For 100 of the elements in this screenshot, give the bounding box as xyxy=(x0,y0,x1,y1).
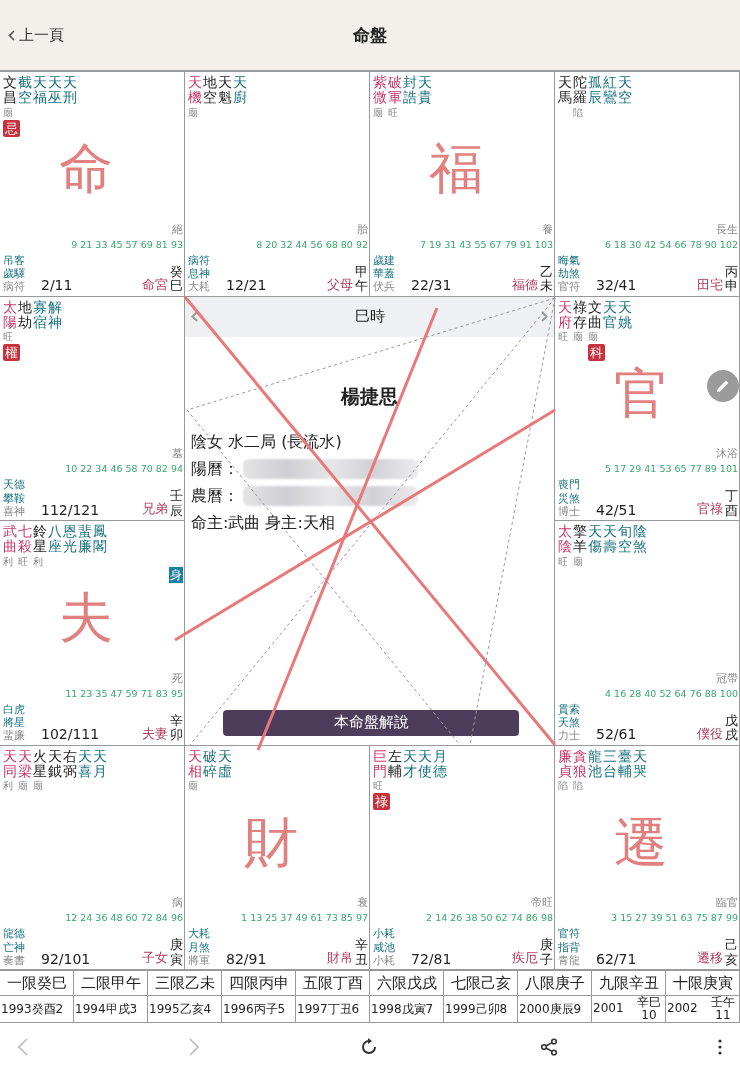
life-stage: 衰 xyxy=(357,895,368,911)
age-text: 11 xyxy=(715,1009,731,1023)
star-name: 陰煞 xyxy=(633,524,647,555)
star-name: 天月 xyxy=(93,748,107,780)
palace-name: 父母 xyxy=(327,275,353,294)
star-name: 天鉞 xyxy=(48,748,62,780)
star-name: 太陰 xyxy=(558,524,572,555)
more-icon[interactable] xyxy=(718,1039,722,1055)
star-brightness: 利 xyxy=(3,780,13,792)
star-name: 天府 xyxy=(558,299,572,331)
star-name: 天馬 xyxy=(558,75,572,106)
star-name: 孤辰 xyxy=(588,75,602,106)
star-brightness: 廟 xyxy=(573,555,583,567)
palace-name: 田宅 xyxy=(697,275,723,294)
spirit-name: 喪門 xyxy=(558,478,580,492)
palace-name: 遷移 xyxy=(697,949,723,967)
spirit-name: 月煞 xyxy=(188,940,210,954)
table-header-cell: 一限癸巳 xyxy=(0,971,74,996)
age-range: 82/91 xyxy=(226,950,268,967)
explain-button[interactable]: 本命盤解說 xyxy=(223,709,519,736)
star-brightness: 廟 xyxy=(373,106,383,118)
age-list: 7 19 31 43 55 67 79 91 103 xyxy=(420,238,553,250)
stem-branch: 壬辰 xyxy=(170,489,183,518)
stem-branch: 丁酉 xyxy=(725,489,738,518)
transform-badge: 權 xyxy=(3,344,20,362)
chevron-left-icon[interactable] xyxy=(191,311,198,322)
star-name: 天空 xyxy=(618,75,632,106)
star-name: 天魁 xyxy=(218,75,232,106)
spirit-name: 喜神 xyxy=(3,504,25,518)
stem-branch: 乙未 xyxy=(540,264,553,294)
spirit-name: 劫煞 xyxy=(558,267,580,281)
forward-icon[interactable] xyxy=(188,1038,199,1056)
share-icon[interactable] xyxy=(539,1038,558,1056)
chevron-right-icon[interactable] xyxy=(541,311,548,322)
info-line: 命主:武曲 身主:天相 xyxy=(191,512,335,534)
spirit-name: 官符 xyxy=(558,280,580,294)
stem-branch: 庚子 xyxy=(540,938,553,967)
star-brightness: 廟 xyxy=(18,780,28,792)
star-name: 天哭 xyxy=(633,748,647,780)
spirit-name: 力士 xyxy=(558,729,580,743)
star-name: 巨門 xyxy=(373,748,387,780)
table-header-cell: 四限丙申 xyxy=(222,971,296,996)
star-name: 祿存 xyxy=(573,299,587,331)
star-name: 武曲 xyxy=(3,524,17,555)
handwritten-note: 遷 xyxy=(613,809,669,876)
star-name: 鳳閣 xyxy=(93,524,107,555)
stem-branch: 辛丑 xyxy=(355,938,368,967)
star-name: 天官 xyxy=(603,299,617,331)
age-list: 4 16 28 40 52 64 76 88 100 xyxy=(605,687,738,699)
star-name: 七殺 xyxy=(18,524,32,555)
spirit-name: 大耗 xyxy=(188,927,210,941)
age-range: 2/11 xyxy=(41,277,74,294)
star-brightness: 廟 xyxy=(33,780,43,792)
star-name: 鈴星 xyxy=(33,524,47,555)
star-name: 天才 xyxy=(403,748,417,780)
pencil-icon xyxy=(716,379,730,393)
star-brightness: 陷 xyxy=(573,106,583,118)
person-name: 楊捷思 xyxy=(339,383,399,409)
spirit-name: 博士 xyxy=(558,504,580,518)
life-stage: 絕 xyxy=(172,221,183,237)
star-name: 太陽 xyxy=(3,299,17,331)
star-name: 八座 xyxy=(48,524,62,555)
star-name: 廉貞 xyxy=(558,748,572,780)
table-header-cell: 二限甲午 xyxy=(74,971,148,996)
body-badge: 身 xyxy=(169,567,183,583)
spirit-name: 指背 xyxy=(558,940,580,954)
back-button[interactable]: 上一頁 xyxy=(0,25,72,45)
spirit-name: 息神 xyxy=(188,267,210,281)
year-text: 2001 xyxy=(593,1002,624,1016)
chevron-left-icon xyxy=(8,29,15,41)
edit-button[interactable] xyxy=(707,370,739,402)
handwritten-note: 命 xyxy=(58,136,114,202)
star-name: 地空 xyxy=(203,75,217,106)
handwritten-note: 福 xyxy=(428,136,484,202)
star-name: 破軍 xyxy=(388,75,402,106)
star-name: 天廚 xyxy=(233,75,247,106)
star-brightness: 旺 xyxy=(558,331,568,343)
info-line: 陽曆： xyxy=(191,458,239,480)
age-range: 12/21 xyxy=(226,277,268,294)
star-name: 封誥 xyxy=(403,75,417,106)
stem-branch: 癸巳 xyxy=(170,264,183,294)
spirit-name: 官符 xyxy=(558,927,580,941)
star-brightness: 利 xyxy=(33,555,43,567)
spirit-name: 華蓋 xyxy=(373,267,395,281)
spirit-name: 將星 xyxy=(3,716,25,730)
stem-branch: 己亥 xyxy=(725,938,738,967)
reload-icon[interactable] xyxy=(359,1037,379,1057)
star-brightness: 旺 xyxy=(388,106,398,118)
star-name: 月德 xyxy=(433,748,447,780)
back-icon[interactable] xyxy=(18,1038,28,1056)
star-name: 天壽 xyxy=(603,524,617,555)
life-stage: 長生 xyxy=(716,221,738,237)
spirit-name: 將軍 xyxy=(188,953,210,967)
star-name: 擎羊 xyxy=(573,524,587,555)
star-name: 解神 xyxy=(48,299,62,331)
palace-name: 財帛 xyxy=(327,949,353,967)
spirit-name: 白虎 xyxy=(3,702,25,717)
transform-badge: 忌 xyxy=(3,119,20,137)
star-name: 天相 xyxy=(188,748,202,780)
table-header-cell: 九限辛丑 xyxy=(592,971,666,996)
